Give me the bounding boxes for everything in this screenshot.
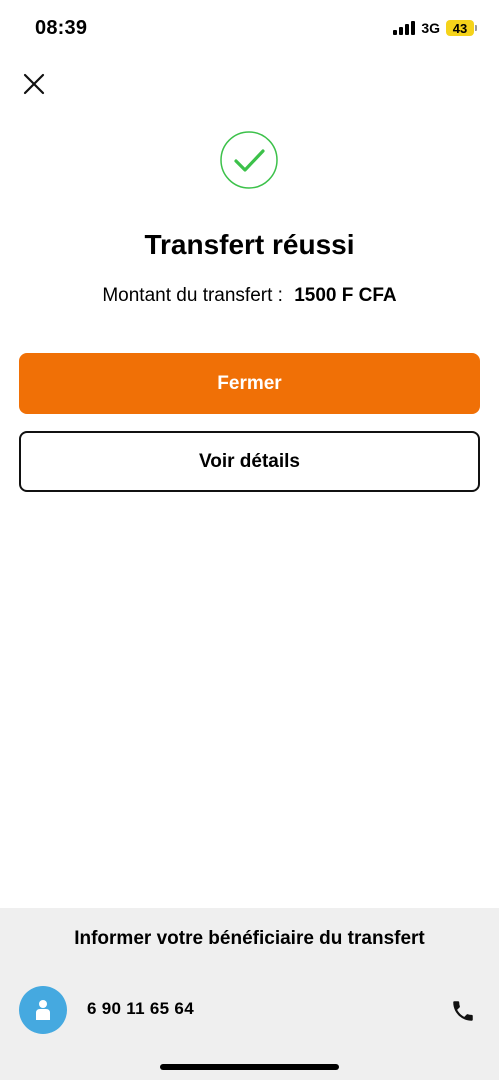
page-title: Transfert réussi [144, 229, 355, 260]
person-icon [36, 1000, 50, 1020]
home-indicator[interactable] [160, 1064, 339, 1070]
phone-icon [453, 1001, 473, 1021]
inform-title: Informer votre bénéficiaire du transfert [74, 928, 425, 949]
beneficiary-contact-row: 6 90 11 65 64 [19, 986, 480, 1034]
signal-icon [393, 21, 416, 35]
close-primary-button[interactable]: Fermer [19, 353, 480, 414]
status-indicators: 3G 43 [393, 20, 477, 36]
amount-label: Montant du transfert : [102, 285, 283, 306]
close-button[interactable] [20, 70, 48, 98]
check-circle-icon [220, 131, 278, 189]
call-button[interactable] [450, 998, 476, 1024]
amount-value: 1500 F CFA [294, 285, 397, 306]
status-bar: 08:39 3G 43 [0, 0, 499, 60]
status-time: 08:39 [35, 17, 88, 39]
transfer-amount: Montant du transfert : 1500 F CFA [0, 285, 499, 307]
beneficiary-phone: 6 90 11 65 64 [87, 999, 194, 1018]
battery-level: 43 [446, 20, 474, 36]
view-details-button[interactable]: Voir détails [19, 431, 480, 492]
avatar [19, 986, 67, 1034]
inform-beneficiary-panel: Informer votre bénéficiaire du transfert… [0, 908, 499, 1080]
battery-icon: 43 [446, 20, 477, 36]
close-icon [23, 73, 45, 95]
transfer-success-screen: 08:39 3G 43 Transfert réussi Montant du … [0, 0, 499, 1080]
network-type: 3G [421, 20, 440, 36]
